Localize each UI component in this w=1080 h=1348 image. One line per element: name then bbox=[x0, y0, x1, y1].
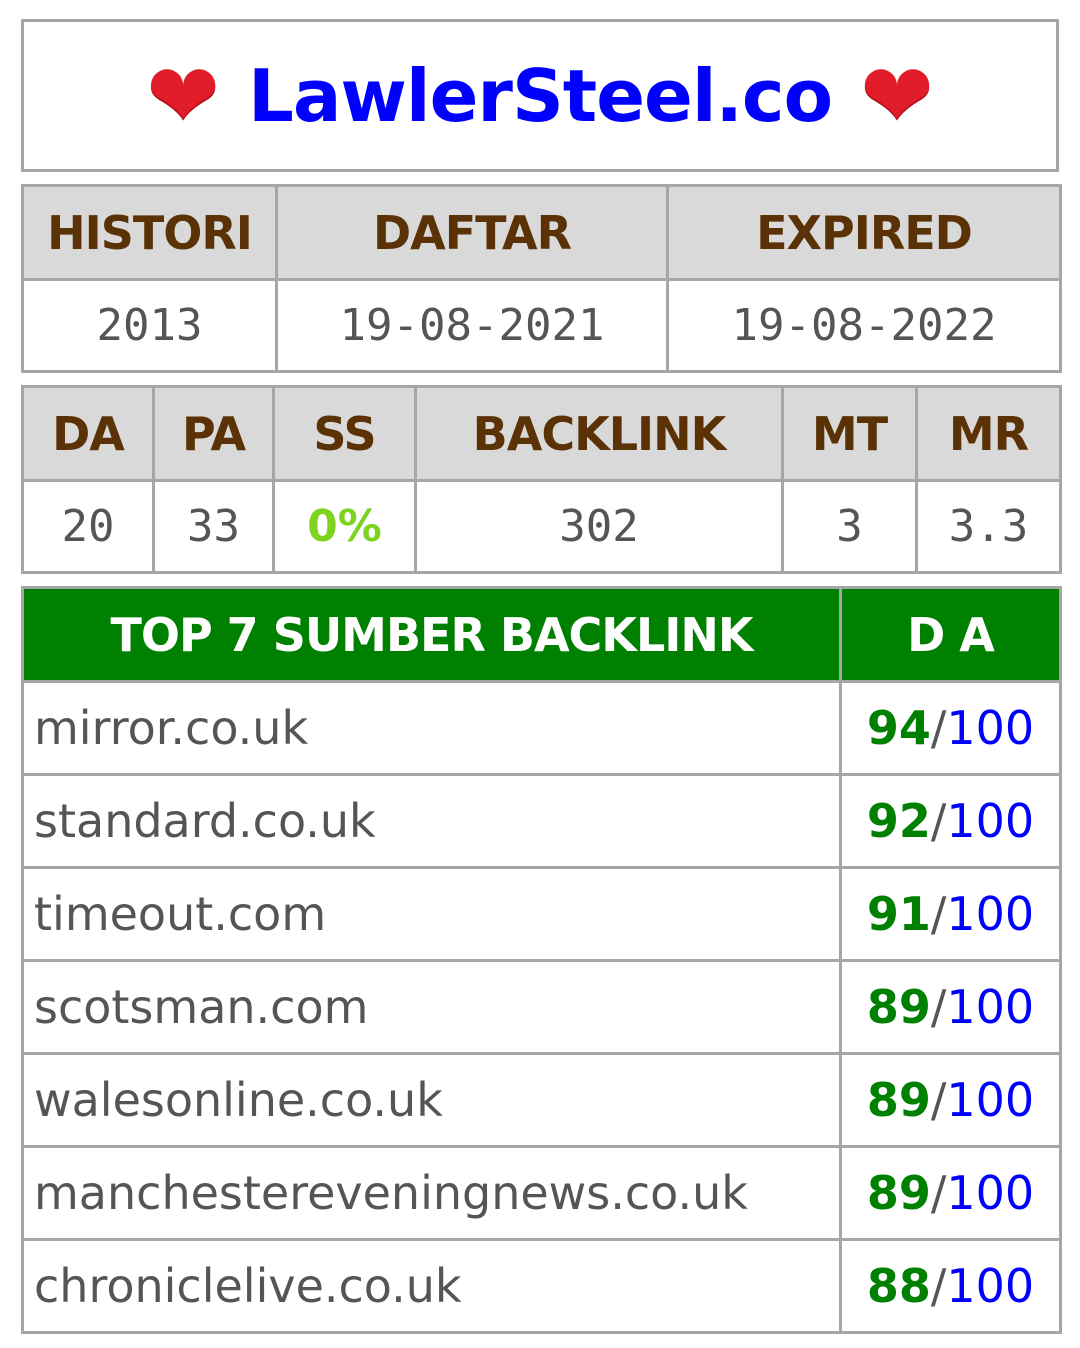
histori-value: 2013 bbox=[21, 278, 278, 373]
backlink-domain[interactable]: scotsman.com bbox=[21, 959, 842, 1055]
da-score-slash: / bbox=[930, 1166, 947, 1220]
da-score-value: 91 bbox=[866, 887, 931, 941]
da-score-max: 100 bbox=[946, 887, 1035, 941]
backlink-da-score: 91/100 bbox=[839, 866, 1062, 962]
heart-icon-left: ❤ bbox=[146, 43, 220, 147]
mr-header: MR bbox=[915, 385, 1062, 482]
histori-header: HISTORI bbox=[21, 184, 278, 281]
table-row: chroniclelive.co.uk 88/100 bbox=[21, 1238, 1062, 1334]
backlink-da-score: 89/100 bbox=[839, 959, 1062, 1055]
table-row: scotsman.com 89/100 bbox=[21, 959, 1062, 1055]
pa-header: PA bbox=[152, 385, 275, 482]
da-value: 20 bbox=[21, 479, 155, 574]
table-row: standard.co.uk 92/100 bbox=[21, 773, 1062, 869]
mt-header: MT bbox=[781, 385, 918, 482]
backlink-da-score: 88/100 bbox=[839, 1238, 1062, 1334]
table-row: manchestereveningnews.co.uk 89/100 bbox=[21, 1145, 1062, 1241]
da-score-slash: / bbox=[930, 794, 947, 848]
ss-value: 0% bbox=[272, 479, 417, 574]
backlink-domain[interactable]: manchestereveningnews.co.uk bbox=[21, 1145, 842, 1241]
da-score-max: 100 bbox=[946, 1166, 1035, 1220]
site-title-box: ❤ LawlerSteel.co ❤ bbox=[21, 19, 1059, 172]
da-column-header: D A bbox=[839, 586, 1062, 683]
da-header: DA bbox=[21, 385, 155, 482]
da-score-value: 92 bbox=[866, 794, 931, 848]
pa-value: 33 bbox=[152, 479, 275, 574]
top-backlinks-table: TOP 7 SUMBER BACKLINK D A mirror.co.uk 94… bbox=[21, 586, 1062, 1334]
da-score-value: 89 bbox=[866, 980, 931, 1034]
expired-header: EXPIRED bbox=[666, 184, 1062, 281]
daftar-header: DAFTAR bbox=[275, 184, 669, 281]
da-score-value: 94 bbox=[866, 701, 931, 755]
site-name[interactable]: LawlerSteel.co bbox=[248, 54, 833, 138]
da-score-slash: / bbox=[930, 701, 947, 755]
da-score-value: 89 bbox=[866, 1073, 931, 1127]
domain-metrics-table: DA PA SS BACKLINK MT MR 20 33 0% 302 3 3… bbox=[21, 385, 1062, 574]
backlink-domain[interactable]: standard.co.uk bbox=[21, 773, 842, 869]
backlink-header: BACKLINK bbox=[414, 385, 784, 482]
table-row: timeout.com 91/100 bbox=[21, 866, 1062, 962]
backlink-da-score: 89/100 bbox=[839, 1145, 1062, 1241]
da-score-value: 89 bbox=[866, 1166, 931, 1220]
backlink-domain[interactable]: walesonline.co.uk bbox=[21, 1052, 842, 1148]
mt-value: 3 bbox=[781, 479, 918, 574]
da-score-slash: / bbox=[930, 1073, 947, 1127]
backlink-domain[interactable]: timeout.com bbox=[21, 866, 842, 962]
top-backlinks-title: TOP 7 SUMBER BACKLINK bbox=[21, 586, 842, 683]
backlink-domain[interactable]: chroniclelive.co.uk bbox=[21, 1238, 842, 1334]
backlink-domain[interactable]: mirror.co.uk bbox=[21, 680, 842, 776]
ss-header: SS bbox=[272, 385, 417, 482]
da-score-max: 100 bbox=[946, 794, 1035, 848]
table-row: mirror.co.uk 94/100 bbox=[21, 680, 1062, 776]
backlink-da-score: 92/100 bbox=[839, 773, 1062, 869]
expired-value: 19-08-2022 bbox=[666, 278, 1062, 373]
da-score-max: 100 bbox=[946, 701, 1035, 755]
domain-dates-table: HISTORI DAFTAR EXPIRED 2013 19-08-2021 1… bbox=[21, 184, 1062, 373]
da-score-slash: / bbox=[930, 1259, 947, 1313]
table-row: walesonline.co.uk 89/100 bbox=[21, 1052, 1062, 1148]
da-score-max: 100 bbox=[946, 980, 1035, 1034]
da-score-max: 100 bbox=[946, 1259, 1035, 1313]
daftar-value: 19-08-2021 bbox=[275, 278, 669, 373]
da-score-max: 100 bbox=[946, 1073, 1035, 1127]
da-score-slash: / bbox=[930, 887, 947, 941]
mr-value: 3.3 bbox=[915, 479, 1062, 574]
backlink-value: 302 bbox=[414, 479, 784, 574]
da-score-slash: / bbox=[930, 980, 947, 1034]
backlink-da-score: 89/100 bbox=[839, 1052, 1062, 1148]
heart-icon-right: ❤ bbox=[860, 43, 934, 147]
da-score-value: 88 bbox=[866, 1259, 931, 1313]
backlink-da-score: 94/100 bbox=[839, 680, 1062, 776]
